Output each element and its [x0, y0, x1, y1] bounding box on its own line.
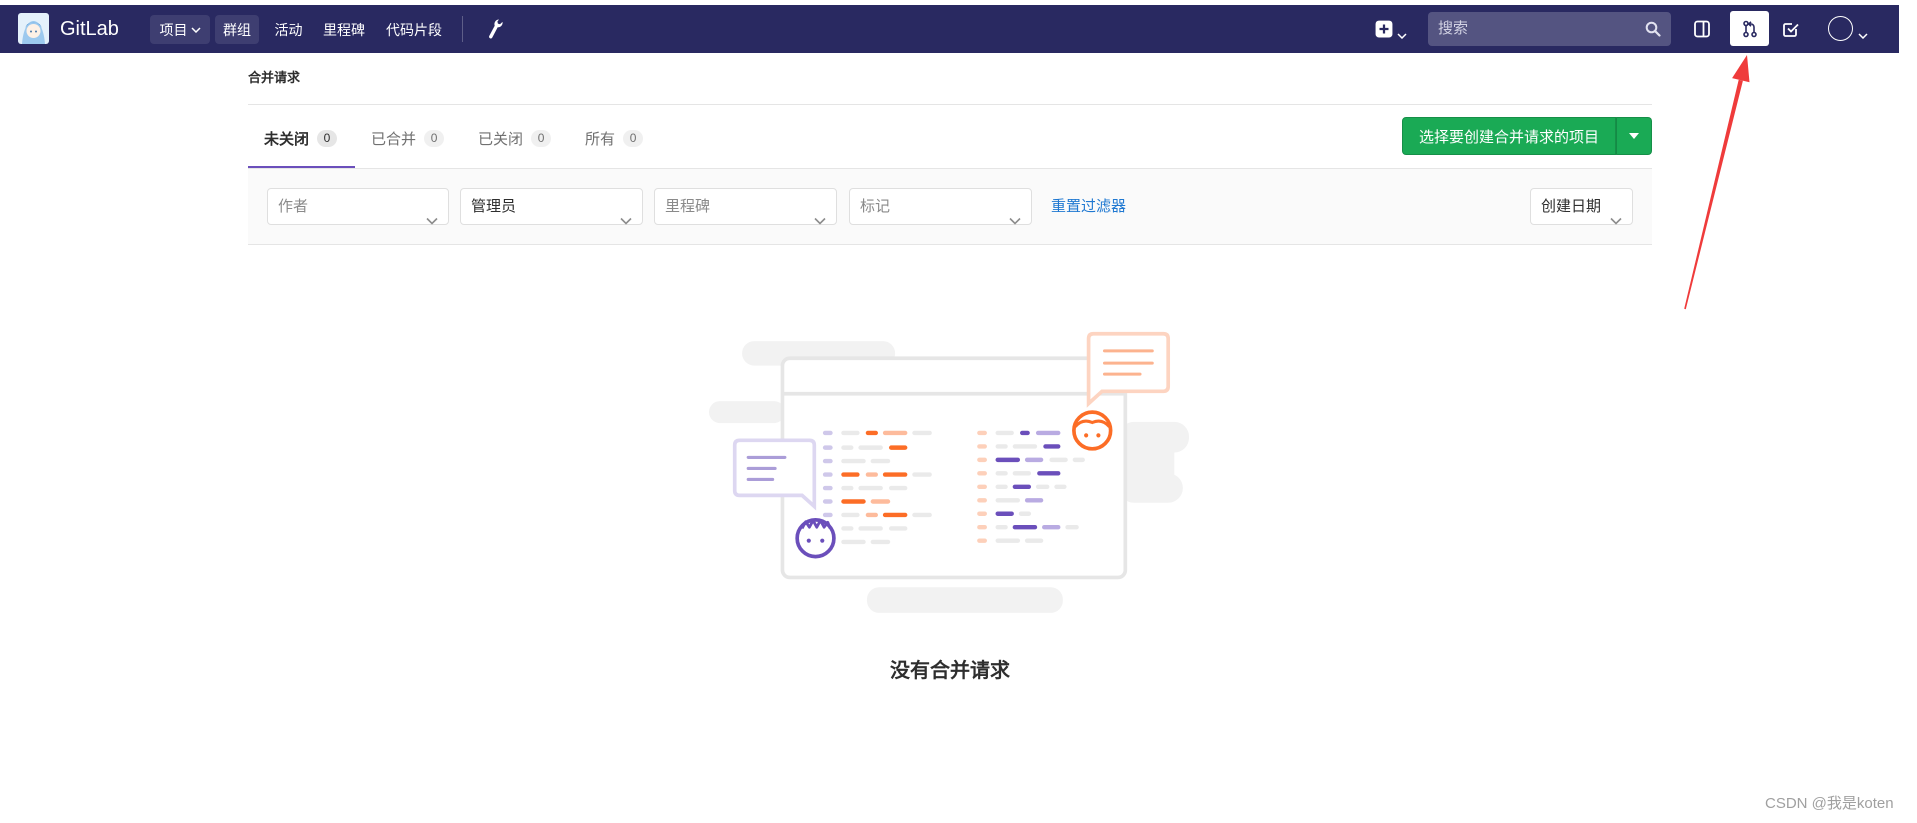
dropdown-label: 管理员 [471, 198, 517, 215]
top-navbar: GitLab 项目 群组 活动 里程碑 代码片段 搜索 [0, 5, 1899, 53]
nav-projects-label: 项目 [159, 21, 188, 38]
tab-merged[interactable]: 已合并 0 [355, 110, 462, 168]
nav-activity-label: 活动 [274, 21, 303, 38]
nav-milestones[interactable]: 里程碑 [315, 15, 373, 44]
chevron-down-icon [426, 203, 438, 225]
page: GitLab 项目 群组 活动 里程碑 代码片段 搜索 合并请求 未关闭 0 已… [0, 0, 1917, 823]
tab-label: 已关闭 [478, 130, 524, 148]
new-merge-request-label: 选择要创建合并请求的项目 [1418, 128, 1599, 146]
gitlab-user-logo-icon[interactable] [18, 13, 49, 44]
arrow-shaft [1684, 79, 1743, 310]
reset-filters-link[interactable]: 重置过滤器 [1051, 197, 1126, 217]
chevron-down-icon[interactable] [1858, 26, 1868, 40]
dropdown-label: 标记 [860, 198, 891, 215]
search-placeholder: 搜索 [1438, 20, 1469, 37]
nav-milestones-label: 里程碑 [323, 21, 365, 38]
nav-snippets-label: 代码片段 [386, 21, 442, 38]
chevron-down-icon [1009, 203, 1021, 225]
search-input[interactable]: 搜索 [1428, 12, 1671, 46]
breadcrumb-divider [248, 104, 1652, 105]
empty-state-title: 没有合并请求 [890, 660, 1010, 682]
nav-groups[interactable]: 群组 [215, 15, 259, 44]
nav-projects[interactable]: 项目 [150, 15, 210, 44]
author-filter-dropdown[interactable]: 作者 [267, 188, 449, 225]
tab-label: 所有 [585, 130, 616, 148]
nav-divider [462, 16, 463, 42]
chevron-down-icon [620, 203, 632, 225]
search-icon[interactable] [1645, 21, 1661, 37]
new-merge-request-button-group: 选择要创建合并请求的项目 [1402, 117, 1652, 155]
nav-snippets[interactable]: 代码片段 [378, 15, 450, 44]
tab-all[interactable]: 所有 0 [569, 110, 661, 168]
count-badge: 0 [531, 129, 552, 147]
orange-user-avatar [1072, 410, 1113, 451]
issues-icon[interactable] [1694, 20, 1710, 38]
new-merge-request-dropdown-toggle[interactable] [1616, 117, 1652, 155]
nav-activity[interactable]: 活动 [266, 15, 311, 44]
breadcrumb[interactable]: 合并请求 [248, 70, 300, 86]
label-filter-dropdown[interactable]: 标记 [849, 188, 1032, 225]
chevron-down-icon[interactable] [1397, 26, 1407, 40]
dropdown-label: 作者 [278, 198, 309, 215]
merge-request-button[interactable] [1730, 11, 1769, 46]
dropdown-label: 里程碑 [665, 198, 711, 215]
user-avatar-icon[interactable] [1828, 16, 1853, 41]
arrow-head [1732, 55, 1750, 83]
watermark: CSDN @我是koten [1765, 795, 1894, 812]
state-tabs: 未关闭 0 已合并 0 已关闭 0 所有 0 [248, 110, 661, 168]
tab-label: 已合并 [371, 130, 417, 148]
count-badge: 0 [623, 129, 644, 147]
tab-opened[interactable]: 未关闭 0 [248, 110, 356, 168]
tab-closed[interactable]: 已关闭 0 [462, 110, 569, 168]
left-comment-bubble [732, 438, 817, 511]
chevron-down-icon [814, 203, 826, 225]
nav-groups-label: 群组 [223, 21, 251, 38]
right-comment-bubble [1086, 331, 1171, 408]
tab-label: 未关闭 [264, 130, 310, 148]
assignee-filter-dropdown[interactable]: 管理员 [460, 188, 643, 225]
plus-square-icon[interactable] [1375, 20, 1393, 38]
count-badge: 0 [317, 129, 338, 147]
chevron-down-icon [190, 26, 201, 33]
todo-icon[interactable] [1782, 20, 1800, 38]
merge-requests-empty-illustration [709, 331, 1189, 613]
sort-dropdown[interactable]: 创建日期 [1530, 188, 1633, 225]
sort-label: 创建日期 [1541, 198, 1602, 215]
merge-request-icon [1742, 20, 1758, 38]
purple-user-avatar [795, 518, 836, 559]
brand-title[interactable]: GitLab [60, 17, 119, 41]
chevron-down-icon [1610, 203, 1622, 225]
filter-bar: 作者 管理员 里程碑 标记 重置过滤器 创建日期 [248, 169, 1652, 245]
count-badge: 0 [424, 129, 445, 147]
new-merge-request-button[interactable]: 选择要创建合并请求的项目 [1402, 117, 1616, 155]
wrench-icon[interactable] [487, 18, 503, 40]
milestone-filter-dropdown[interactable]: 里程碑 [654, 188, 837, 225]
caret-down-icon [1629, 133, 1639, 139]
